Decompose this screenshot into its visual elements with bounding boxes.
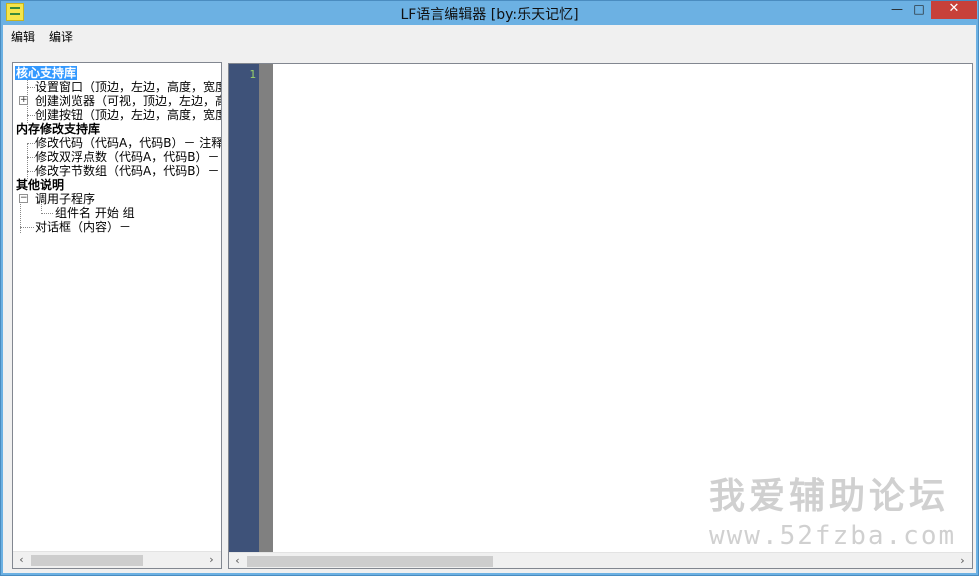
editor-horizontal-scrollbar[interactable]: ‹ › [229,552,972,568]
menu-edit[interactable]: 编辑 [11,28,35,45]
fold-margin [259,64,273,552]
watermark-url: www.52fzba.com [709,521,957,551]
watermark-text: 我爱辅助论坛 [709,476,950,517]
tree-category-other[interactable]: 其他说明 [16,178,64,192]
tree-horizontal-scrollbar[interactable]: ‹ › [13,551,221,568]
menu-compile[interactable]: 编译 [49,28,73,45]
menu-bar: 编辑 编译 [3,25,976,46]
tree-connector-line [27,143,35,144]
tree-item-label: 核心支持库 [15,66,78,80]
tree-item-modify-code[interactable]: 修改代码（代码A，代码B）－ 注释 [35,136,221,150]
chevron-left-icon[interactable]: ‹ [229,553,246,568]
tree-item-set-window[interactable]: 设置窗口（顶边，左边，高度，宽度 [35,80,221,94]
line-number-gutter: 1 [229,64,259,552]
tree-connector-line [27,171,35,172]
app-window: LF语言编辑器 [by:乐天记忆] — □ ✕ 编辑 编译 核心支持库 设置窗口… [0,0,979,576]
window-title: LF语言编辑器 [by:乐天记忆] [400,7,579,23]
tree-item-create-browser[interactable]: 创建浏览器（可视，顶边，左边，高 [35,94,221,108]
tree-item-modify-double[interactable]: 修改双浮点数（代码A，代码B）－ [35,150,219,164]
close-button[interactable]: ✕ [931,1,977,19]
tree-item-modify-bytes[interactable]: 修改字节数组（代码A，代码B）－ 注 [35,164,221,178]
minus-box-icon[interactable]: − [19,194,28,203]
tree-item-dialog[interactable]: 对话框（内容）－ [35,220,131,234]
tree-connector-line [27,87,35,88]
tree-category-memory[interactable]: 内存修改支持库 [16,122,100,136]
chevron-left-icon[interactable]: ‹ [13,552,30,568]
line-number: 1 [249,68,256,81]
chevron-right-icon[interactable]: › [203,552,220,568]
tree-item-call-subroutine[interactable]: 调用子程序 [35,192,95,206]
tree-item-create-button[interactable]: 创建按钮（顶边，左边，高度，宽度 [35,108,221,122]
minimize-button[interactable]: — [885,1,909,19]
tree-connector-line [27,115,35,116]
tree-category-core[interactable]: 核心支持库 [15,66,78,80]
title-bar[interactable]: LF语言编辑器 [by:乐天记忆] — □ ✕ [1,1,978,25]
tree-item-component-start[interactable]: 组件名 开始 组 [55,206,135,220]
scrollbar-thumb[interactable] [31,555,143,566]
scrollbar-thumb[interactable] [247,556,493,567]
plus-box-icon[interactable]: + [19,96,28,105]
tree-connector-line [27,157,35,158]
tree-connector-line [27,143,28,179]
tree-connector-line [41,213,53,214]
library-tree-view[interactable]: 核心支持库 设置窗口（顶边，左边，高度，宽度 + 创建浏览器（可视，顶边，左边，… [12,62,222,569]
maximize-button[interactable]: □ [909,1,929,19]
tree-connector-line [20,227,34,228]
chevron-right-icon[interactable]: › [954,553,971,568]
